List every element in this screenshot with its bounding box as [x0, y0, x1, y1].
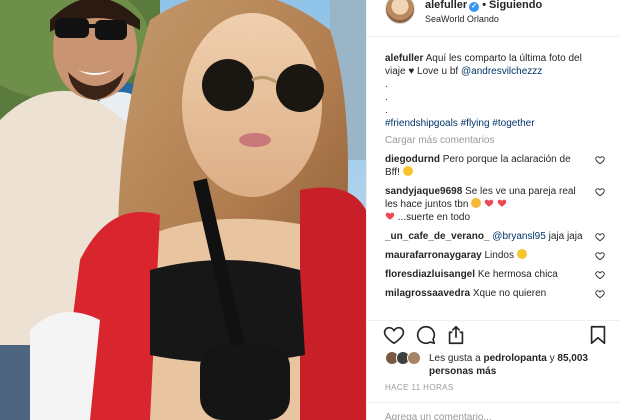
comment-username[interactable]: diegodurnd [385, 154, 440, 165]
load-more-comments-button[interactable]: Cargar más comentarios [385, 134, 605, 147]
likes-summary: Les gusta a pedrolopanta y 85,003 person… [385, 351, 615, 381]
comment-text: Lindos [484, 250, 514, 261]
small-heart-icon[interactable] [595, 155, 605, 165]
comment-username[interactable]: milagrossaavedra [385, 288, 470, 299]
caption-username[interactable]: alefuller [385, 53, 423, 64]
action-bar [367, 322, 620, 348]
caption-mention[interactable]: @andresvilchezzz [461, 66, 542, 77]
selfie-image [0, 0, 366, 420]
caption-dot: . [385, 92, 388, 103]
red-heart-icon [484, 199, 494, 207]
small-heart-icon[interactable] [595, 232, 605, 242]
caption-dot: . [385, 79, 388, 90]
post-photo[interactable] [0, 0, 366, 420]
small-heart-icon[interactable] [595, 251, 605, 261]
red-heart-icon [385, 212, 395, 220]
comment-item: _un_cafe_de_verano_ @bryansl95 jaja jaja [385, 230, 605, 243]
red-heart-icon [497, 199, 506, 207]
comment-username[interactable]: maurafarronaygaray [385, 250, 482, 261]
post-caption: alefuller Aquí les comparto la última fo… [385, 52, 605, 78]
comment-mention[interactable]: @bryansl95 [492, 231, 546, 242]
small-heart-icon[interactable] [595, 289, 605, 299]
bookmark-icon[interactable] [587, 324, 609, 346]
share-icon[interactable] [445, 324, 467, 346]
caption-hashtags[interactable]: #friendshipgoals #flying #together [385, 117, 605, 130]
comment-username[interactable]: sandyjaque9698 [385, 186, 462, 197]
comment-username[interactable]: _un_cafe_de_verano_ [385, 231, 490, 242]
thinking-emoji-icon [402, 166, 413, 176]
comments-list[interactable]: alefuller Aquí les comparto la última fo… [367, 37, 620, 321]
comment-text: Ke hermosa chica [477, 269, 558, 280]
kiss-emoji-icon [471, 198, 482, 208]
comment-item: floresdiazluisangel Ke hermosa chica [385, 268, 605, 281]
likes-prefix: Les gusta a [429, 353, 481, 364]
liker-avatar[interactable] [407, 351, 421, 365]
post-header: alefuller ✓ • Siguiendo SeaWorld Orlando [367, 0, 620, 36]
comment-text: Xque no quieren [472, 288, 547, 299]
laughing-emoji-icon [516, 249, 527, 259]
post-timestamp[interactable]: HACE 11 HORAS [385, 383, 454, 392]
small-heart-icon[interactable] [595, 270, 605, 280]
comment-item: maurafarronaygaray Lindos [385, 249, 605, 262]
author-line: alefuller ✓ • Siguiendo [425, 0, 542, 12]
comment-icon[interactable] [415, 324, 437, 346]
likes-suffix: y [549, 353, 555, 364]
author-avatar[interactable] [385, 0, 415, 24]
caption-dot: . [385, 105, 388, 116]
actions-divider [367, 320, 620, 321]
heart-outline-icon[interactable] [383, 324, 405, 346]
small-heart-icon[interactable] [595, 187, 605, 197]
following-button[interactable]: Siguiendo [489, 0, 542, 11]
comment-item: milagrossaavedra Xque no quieren [385, 287, 605, 300]
location-link[interactable]: SeaWorld Orlando [425, 14, 499, 24]
comment-text: jaja jaja [548, 231, 583, 242]
separator-dot: • [482, 0, 487, 11]
comment-item: sandyjaque9698 Se les ve una pareja real… [385, 185, 605, 224]
likes-text: Les gusta a pedrolopanta y 85,003 person… [429, 352, 609, 378]
comment-item: diegodurnd Pero porque la aclaración de … [385, 153, 605, 179]
post-sidebar: alefuller ✓ • Siguiendo SeaWorld Orlando al… [366, 0, 620, 420]
author-username[interactable]: alefuller [425, 0, 467, 11]
verified-icon: ✓ [469, 2, 480, 12]
comment-username[interactable]: floresdiazluisangel [385, 269, 475, 280]
add-comment-input[interactable]: Agrega un comentario... [385, 412, 492, 420]
comment-text: ...suerte en todo [397, 212, 471, 223]
add-comment-divider [367, 402, 620, 403]
liker-username[interactable]: pedrolopanta [484, 353, 547, 364]
